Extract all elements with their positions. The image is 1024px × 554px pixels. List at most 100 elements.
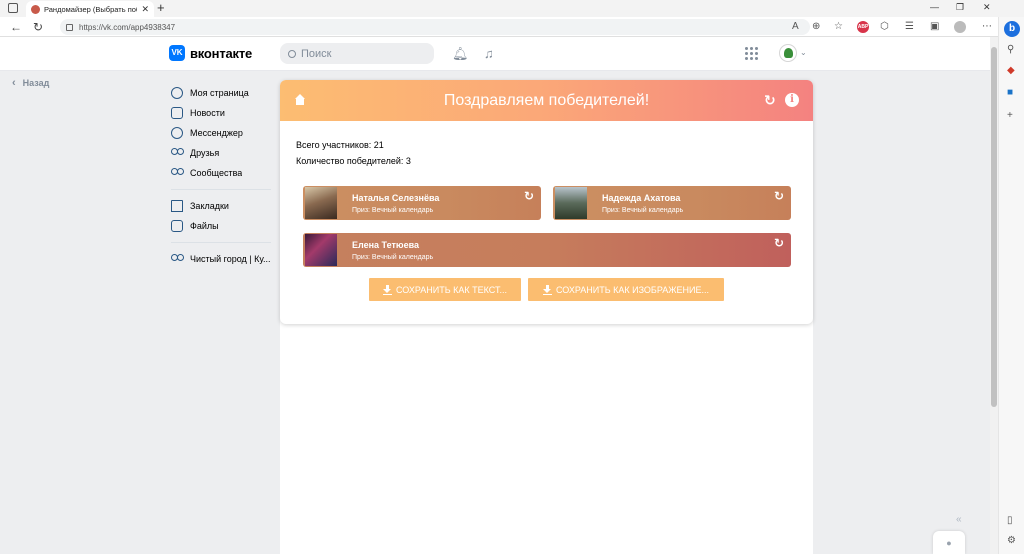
winner-name: Елена Тетюева xyxy=(352,240,420,250)
friends-icon xyxy=(171,147,184,159)
avatar[interactable] xyxy=(779,44,797,62)
vk-header: VK вконтакте Поиск 🔔︎ ♫ ⌄ xyxy=(0,37,990,71)
nav-divider xyxy=(171,242,271,243)
more-menu-icon[interactable]: ⋯ xyxy=(982,21,992,32)
settings-icon[interactable]: ⚙ xyxy=(1007,535,1016,546)
winner-name: Наталья Селезнёва xyxy=(352,193,440,203)
refresh-icon[interactable]: ↻ xyxy=(764,92,776,109)
vk-logo-icon: VK xyxy=(169,45,185,61)
bell-icon[interactable]: 🔔︎ xyxy=(452,46,469,62)
reroll-icon[interactable]: ↻ xyxy=(524,189,534,203)
vk-page: VK вконтакте Поиск 🔔︎ ♫ ⌄ ‹ Назад Моя ст… xyxy=(0,37,998,554)
nav-item-news[interactable]: Новости xyxy=(171,103,271,123)
nav-label: Друзья xyxy=(190,148,220,158)
collapse-chat-icon[interactable]: « xyxy=(956,514,962,525)
extensions-icon[interactable]: ⬡ xyxy=(880,21,889,32)
profile-avatar[interactable] xyxy=(954,21,966,33)
collections-icon[interactable]: ▣ xyxy=(930,21,939,32)
bookmark-icon xyxy=(171,200,183,212)
groups-icon xyxy=(171,167,184,179)
winner-card[interactable]: Наталья Селезнёва Приз: Вечный календарь… xyxy=(303,186,541,220)
nav-item-friends[interactable]: Друзья xyxy=(171,143,271,163)
music-icon[interactable]: ♫ xyxy=(484,46,494,61)
add-side-icon[interactable]: + xyxy=(1007,110,1013,121)
save-as-text-label: СОХРАНИТЬ КАК ТЕКСТ... xyxy=(395,284,507,295)
close-window-icon[interactable]: ✕ xyxy=(983,2,991,13)
save-as-text-button[interactable]: СОХРАНИТЬ КАК ТЕКСТ... xyxy=(369,278,521,301)
app-header: Поздравляем победителей! ↻ i xyxy=(280,80,813,121)
left-nav: Моя страница Новости Мессенджер Друзья С… xyxy=(171,83,271,269)
info-icon[interactable]: i xyxy=(785,93,799,107)
nav-label: Файлы xyxy=(190,221,219,231)
edge-sidebar: b ⚲ ◆ ■ + ▯ ⚙ xyxy=(998,17,1024,554)
zoom-icon[interactable]: ⊕ xyxy=(812,21,820,32)
save-as-image-button[interactable]: СОХРАНИТЬ КАК ИЗОБРАЖЕНИЕ... xyxy=(528,278,724,301)
nav-item-messenger[interactable]: Мессенджер xyxy=(171,123,271,143)
winner-card[interactable]: Елена Тетюева Приз: Вечный календарь ↻ xyxy=(303,233,791,267)
favorite-icon[interactable]: ☆ xyxy=(834,21,843,32)
nav-item-groups[interactable]: Сообщества xyxy=(171,163,271,183)
vk-logo-text: вконтакте xyxy=(190,45,253,61)
winners-count: Количество победителей: 3 xyxy=(296,156,411,166)
nav-label: Моя страница xyxy=(190,88,249,98)
app-container: Поздравляем победителей! ↻ i Всего участ… xyxy=(280,80,813,554)
browser-tab-bar: Рандомайзер (Выбрать победит ✕ + — ❐ ✕ xyxy=(0,0,1024,17)
restore-icon[interactable]: ❐ xyxy=(956,2,964,13)
nav-label: Чистый город | Ку... xyxy=(190,254,271,264)
winner-prize: Приз: Вечный календарь xyxy=(352,207,434,214)
save-as-image-label: СОХРАНИТЬ КАК ИЗОБРАЖЕНИЕ... xyxy=(555,284,710,295)
user-circle-icon xyxy=(171,87,183,99)
nav-label: Сообщества xyxy=(190,168,243,178)
apps-grid-icon[interactable] xyxy=(745,47,758,60)
minimize-icon[interactable]: — xyxy=(930,2,939,12)
nav-item-community[interactable]: Чистый город | Ку... xyxy=(171,249,271,269)
nav-item-bookmarks[interactable]: Закладки xyxy=(171,196,271,216)
shopping-icon[interactable]: ◆ xyxy=(1007,65,1015,76)
total-participants: Всего участников: 21 xyxy=(296,140,384,150)
search-placeholder: Поиск xyxy=(301,47,332,60)
window-menu-icon[interactable] xyxy=(8,3,18,13)
chevron-down-icon[interactable]: ⌄ xyxy=(800,48,807,57)
news-icon xyxy=(171,107,183,119)
page-scrollbar[interactable] xyxy=(990,37,998,554)
chat-button[interactable]: ● xyxy=(933,531,965,554)
chat-icon xyxy=(171,127,183,139)
reroll-icon[interactable]: ↻ xyxy=(774,189,784,203)
vk-logo[interactable]: VK вконтакте xyxy=(169,45,252,61)
extension-icon[interactable]: ABP xyxy=(857,21,869,33)
bing-icon[interactable]: b xyxy=(1004,21,1020,37)
nav-item-my-page[interactable]: Моя страница xyxy=(171,83,271,103)
lock-icon xyxy=(66,23,73,31)
browser-tab[interactable]: Рандомайзер (Выбрать победит ✕ xyxy=(26,1,154,17)
back-arrow-icon[interactable]: ← xyxy=(10,20,22,34)
read-aloud-icon[interactable]: A xyxy=(792,21,799,32)
nav-divider xyxy=(171,189,271,190)
search-icon xyxy=(288,49,296,58)
app-title: Поздравляем победителей! xyxy=(443,92,650,109)
tab-favicon-icon xyxy=(31,4,40,14)
reroll-icon[interactable]: ↻ xyxy=(774,236,784,250)
winner-photo xyxy=(305,187,337,219)
winner-photo xyxy=(305,234,337,266)
chevron-left-icon: ‹ xyxy=(12,77,16,89)
nav-label: Закладки xyxy=(190,201,229,211)
scrollbar-thumb[interactable] xyxy=(991,47,997,407)
tab-close-icon[interactable]: ✕ xyxy=(141,4,149,15)
url-field[interactable]: https://vk.com/app4938347 xyxy=(60,19,810,35)
nav-label: Мессенджер xyxy=(190,128,243,138)
back-link[interactable]: ‹ Назад xyxy=(12,77,49,89)
new-tab-icon[interactable]: + xyxy=(157,0,165,15)
split-screen-icon[interactable]: ▯ xyxy=(1007,515,1013,526)
winner-prize: Приз: Вечный календарь xyxy=(352,254,434,261)
winner-card[interactable]: Надежда Ахатова Приз: Вечный календарь ↻ xyxy=(553,186,791,220)
reload-icon[interactable]: ↻ xyxy=(33,20,43,34)
back-label: Назад xyxy=(22,78,50,88)
address-bar-row: ← ↻ https://vk.com/app4938347 A ⊕ ☆ ABP … xyxy=(0,17,1024,37)
search-side-icon[interactable]: ⚲ xyxy=(1007,44,1014,55)
outlook-icon[interactable]: ■ xyxy=(1007,87,1013,98)
nav-item-files[interactable]: Файлы xyxy=(171,216,271,236)
favorites-bar-icon[interactable]: ☰ xyxy=(905,21,914,32)
search-input[interactable]: Поиск xyxy=(280,43,434,64)
url-text: https://vk.com/app4938347 xyxy=(79,22,176,32)
download-icon xyxy=(382,284,392,295)
